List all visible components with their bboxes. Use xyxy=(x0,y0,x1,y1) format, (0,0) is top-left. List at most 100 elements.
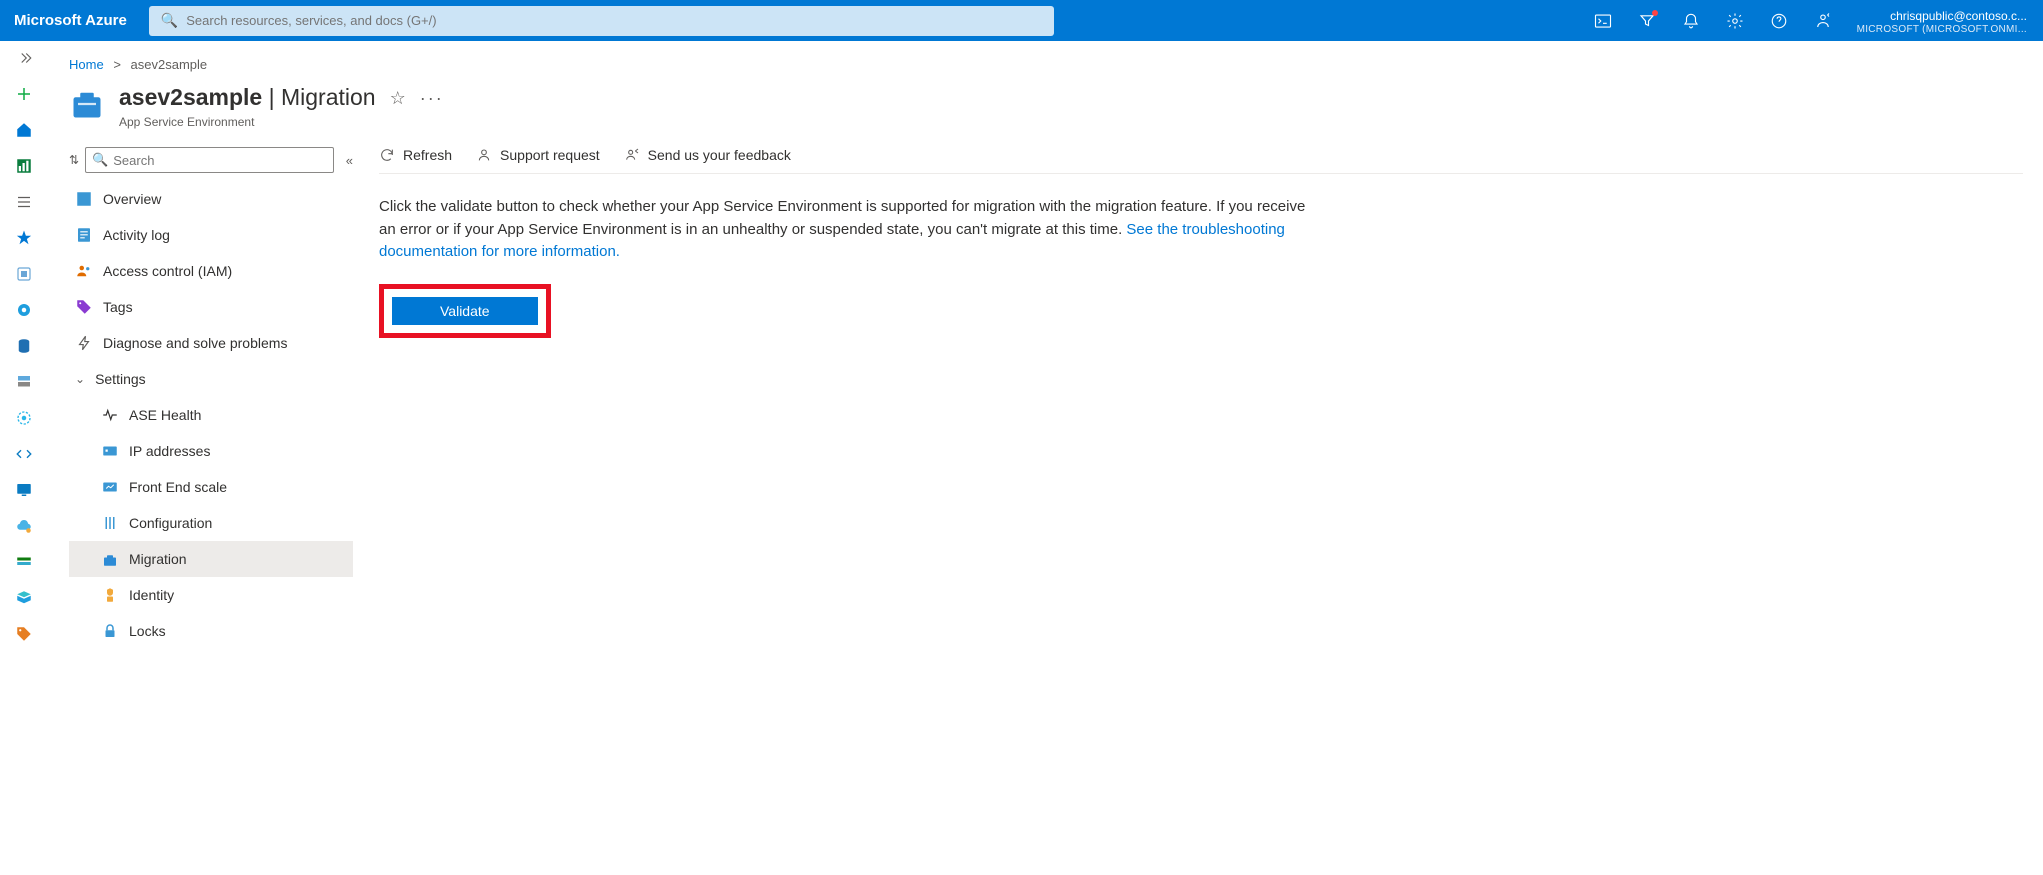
nav-access-control[interactable]: Access control (IAM) xyxy=(69,253,353,289)
monitor-icon[interactable] xyxy=(13,479,35,501)
chevron-down-icon: ⌄ xyxy=(75,372,85,386)
account-tenant: MICROSOFT (MICROSOFT.ONMI... xyxy=(1857,24,2027,36)
migration-icon xyxy=(101,550,119,568)
dashboard-icon[interactable] xyxy=(13,155,35,177)
identity-icon xyxy=(101,586,119,604)
app-services-icon[interactable] xyxy=(13,299,35,321)
nav-overview[interactable]: Overview xyxy=(69,181,353,217)
directory-filter-icon[interactable] xyxy=(1625,0,1669,41)
resource-nav: ⇅ 🔍 « Overview Activity log xyxy=(69,147,353,649)
tag-rail-icon[interactable] xyxy=(13,623,35,645)
docs-icon[interactable] xyxy=(13,587,35,609)
nav-item-label: Migration xyxy=(129,551,187,567)
support-button[interactable]: Support request xyxy=(476,147,600,163)
billing-icon[interactable] xyxy=(13,551,35,573)
support-icon xyxy=(476,147,492,163)
configuration-icon xyxy=(101,514,119,532)
more-actions-icon[interactable]: ··· xyxy=(420,88,444,109)
search-icon: 🔍 xyxy=(161,12,178,29)
nav-item-label: IP addresses xyxy=(129,443,210,459)
notifications-icon[interactable] xyxy=(1669,0,1713,41)
settings-icon[interactable] xyxy=(1713,0,1757,41)
nav-search-input[interactable] xyxy=(113,153,327,168)
nav-item-label: ASE Health xyxy=(129,407,201,423)
resource-type: App Service Environment xyxy=(119,115,376,129)
ip-icon xyxy=(101,442,119,460)
favorite-star-icon[interactable]: ☆ xyxy=(390,88,406,109)
collapse-nav-icon[interactable]: « xyxy=(346,153,353,168)
expand-rail-icon[interactable] xyxy=(13,47,35,69)
sql-icon[interactable] xyxy=(13,335,35,357)
refresh-button[interactable]: Refresh xyxy=(379,147,452,163)
code-icon[interactable] xyxy=(13,443,35,465)
refresh-icon xyxy=(379,147,395,163)
storage-icon[interactable] xyxy=(13,371,35,393)
diagnose-icon xyxy=(75,334,93,352)
main-area: Home > asev2sample asev2sample | Migrati… xyxy=(47,41,2043,649)
resource-icon xyxy=(69,86,105,122)
nav-search[interactable]: 🔍 xyxy=(85,147,334,173)
overview-icon xyxy=(75,190,93,208)
nav-item-label: Configuration xyxy=(129,515,212,531)
home-icon[interactable] xyxy=(13,119,35,141)
top-bar: Microsoft Azure 🔍 chrisqpublic@contoso.c… xyxy=(0,0,2043,41)
nav-section-settings[interactable]: ⌄ Settings xyxy=(69,361,353,397)
cloud-shell-icon[interactable] xyxy=(1581,0,1625,41)
nav-item-label: Activity log xyxy=(103,227,170,243)
breadcrumb-current[interactable]: asev2sample xyxy=(131,57,208,72)
toolbar-label: Send us your feedback xyxy=(648,147,791,163)
nav-item-label: Tags xyxy=(103,299,133,315)
nav-front-end-scale[interactable]: Front End scale xyxy=(69,469,353,505)
breadcrumb: Home > asev2sample xyxy=(69,57,2023,72)
nav-identity[interactable]: Identity xyxy=(69,577,353,613)
nav-item-label: Front End scale xyxy=(129,479,227,495)
feedback-icon[interactable] xyxy=(1801,0,1845,41)
nav-diagnose[interactable]: Diagnose and solve problems xyxy=(69,325,353,361)
account-block[interactable]: chrisqpublic@contoso.c... MICROSOFT (MIC… xyxy=(1845,6,2043,35)
activity-log-icon xyxy=(75,226,93,244)
nav-tags[interactable]: Tags xyxy=(69,289,353,325)
nav-item-label: Settings xyxy=(95,371,146,387)
validate-highlight: Validate xyxy=(379,284,551,338)
validate-button[interactable]: Validate xyxy=(392,297,538,325)
advisor-icon[interactable] xyxy=(13,515,35,537)
locks-icon xyxy=(101,622,119,640)
access-control-icon xyxy=(75,262,93,280)
description-text: Click the validate button to check wheth… xyxy=(379,196,1309,264)
breadcrumb-sep: > xyxy=(113,57,121,72)
left-rail xyxy=(0,41,47,649)
nav-ase-health[interactable]: ASE Health xyxy=(69,397,353,433)
feedback-button[interactable]: Send us your feedback xyxy=(624,147,791,163)
account-email: chrisqpublic@contoso.c... xyxy=(1857,10,2027,24)
health-icon xyxy=(101,406,119,424)
favorites-icon[interactable] xyxy=(13,227,35,249)
nav-item-label: Locks xyxy=(129,623,166,639)
nav-configuration[interactable]: Configuration xyxy=(69,505,353,541)
nav-activity-log[interactable]: Activity log xyxy=(69,217,353,253)
title-bar: asev2sample | Migration App Service Envi… xyxy=(69,84,2023,129)
nav-sort-icon[interactable]: ⇅ xyxy=(69,153,79,167)
resource-groups-icon[interactable] xyxy=(13,263,35,285)
search-icon: 🔍 xyxy=(92,152,108,168)
toolbar-label: Support request xyxy=(500,147,600,163)
nav-item-label: Diagnose and solve problems xyxy=(103,335,287,351)
brand-label: Microsoft Azure xyxy=(0,12,145,29)
help-icon[interactable] xyxy=(1757,0,1801,41)
all-services-icon[interactable] xyxy=(13,191,35,213)
nav-migration[interactable]: Migration xyxy=(69,541,353,577)
breadcrumb-home[interactable]: Home xyxy=(69,57,104,72)
nav-item-label: Overview xyxy=(103,191,161,207)
global-search[interactable]: 🔍 xyxy=(149,6,1054,36)
nav-locks[interactable]: Locks xyxy=(69,613,353,649)
nav-item-label: Access control (IAM) xyxy=(103,263,232,279)
container-icon[interactable] xyxy=(13,407,35,429)
global-search-input[interactable] xyxy=(186,13,1042,28)
nav-ip-addresses[interactable]: IP addresses xyxy=(69,433,353,469)
content-toolbar: Refresh Support request Send us your fee… xyxy=(379,147,2023,174)
content-area: Refresh Support request Send us your fee… xyxy=(353,147,2023,649)
page-title: asev2sample | Migration xyxy=(119,84,376,111)
tags-icon xyxy=(75,298,93,316)
nav-item-label: Identity xyxy=(129,587,174,603)
create-resource-icon[interactable] xyxy=(13,83,35,105)
toolbar-label: Refresh xyxy=(403,147,452,163)
